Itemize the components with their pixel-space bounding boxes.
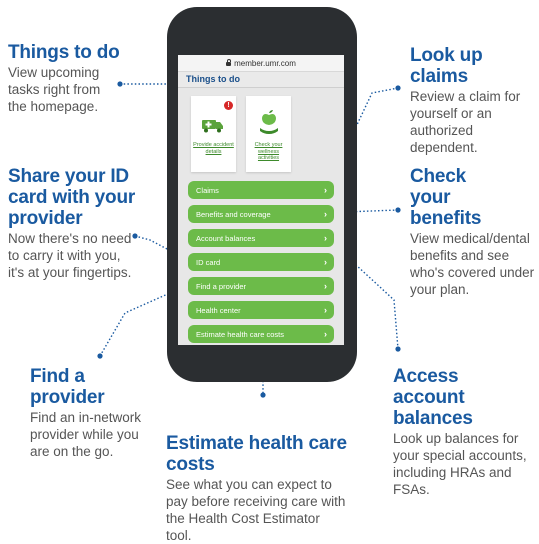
callout-text: Look up balances for your special accoun… <box>393 431 527 497</box>
card-provide-accident-details[interactable]: ! Provide accident details <box>191 96 236 172</box>
callout-text: View medical/dental benefits and see who… <box>410 231 535 297</box>
apple-in-hand-icon <box>260 110 278 134</box>
menu-item-label: Account balances <box>196 233 256 243</box>
card-label[interactable]: Check your wellness activities <box>248 142 289 162</box>
menu-item-find-a-provider[interactable]: Find a provider › <box>188 277 334 295</box>
menu-item-label: ID card <box>196 257 221 267</box>
menu-item-label: Benefits and coverage <box>196 209 271 219</box>
alert-badge: ! <box>224 101 233 110</box>
menu-item-label: Claims <box>196 185 219 195</box>
callout-text: Find an in-network provider while you ar… <box>30 410 142 459</box>
section-title: Things to do <box>178 72 344 88</box>
menu-item-label: Estimate health care costs <box>196 329 284 339</box>
chevron-right-icon: › <box>324 305 327 315</box>
task-cards: ! Provide accident details Check your we… <box>178 88 344 181</box>
menu-item-account-balances[interactable]: Account balances › <box>188 229 334 247</box>
url-text: member.umr.com <box>234 58 296 68</box>
callout-text: See what you can expect to pay before re… <box>166 477 346 543</box>
card-label[interactable]: Provide accident details <box>193 142 234 155</box>
card-check-wellness-activities[interactable]: Check your wellness activities <box>246 96 291 172</box>
browser-url-bar[interactable]: member.umr.com <box>178 55 344 72</box>
chevron-right-icon: › <box>324 233 327 243</box>
callout-title: Look up claims <box>410 45 483 87</box>
chevron-right-icon: › <box>324 329 327 339</box>
callout-title: Estimate health care costs <box>166 433 347 475</box>
chevron-right-icon: › <box>324 257 327 267</box>
menu-list: Claims › Benefits and coverage › Account… <box>188 181 334 345</box>
menu-item-benefits-and-coverage[interactable]: Benefits and coverage › <box>188 205 334 223</box>
callout-check-benefits: Check your benefits View medical/dental … <box>410 166 536 298</box>
chevron-right-icon: › <box>324 209 327 219</box>
menu-item-label: Health center <box>196 305 241 315</box>
callout-access-balances: Access account balances Look up balances… <box>393 366 537 498</box>
callout-title: Share your ID card with your provider <box>8 166 136 229</box>
menu-item-label: Find a provider <box>196 281 247 291</box>
callout-title: Find a provider <box>30 366 105 408</box>
menu-item-health-center[interactable]: Health center › <box>188 301 334 319</box>
callout-share-id: Share your ID card with your provider No… <box>8 166 136 281</box>
callout-find-provider: Find a provider Find an in-network provi… <box>30 366 156 460</box>
phone-screen: member.umr.com Things to do ! Provide ac… <box>178 55 344 345</box>
callout-text: View upcoming tasks right from the homep… <box>8 65 101 114</box>
chevron-right-icon: › <box>324 281 327 291</box>
callout-title: Things to do <box>8 42 120 63</box>
callout-text: Now there's no need to carry it with you… <box>8 231 132 280</box>
ambulance-icon <box>202 120 223 133</box>
menu-item-estimate-health-care-costs[interactable]: Estimate health care costs › <box>188 325 334 343</box>
callout-look-up-claims: Look up claims Review a claim for yourse… <box>410 45 536 156</box>
lock-icon <box>226 59 232 66</box>
callout-text: Review a claim for yourself or an author… <box>410 89 521 155</box>
callout-title: Access account balances <box>393 366 473 429</box>
callout-things-to-do: Things to do View upcoming tasks right f… <box>8 42 120 115</box>
chevron-right-icon: › <box>324 185 327 195</box>
menu-item-claims[interactable]: Claims › <box>188 181 334 199</box>
callout-estimate-costs: Estimate health care costs See what you … <box>166 433 371 544</box>
callout-title: Check your benefits <box>410 166 482 229</box>
menu-item-id-card[interactable]: ID card › <box>188 253 334 271</box>
